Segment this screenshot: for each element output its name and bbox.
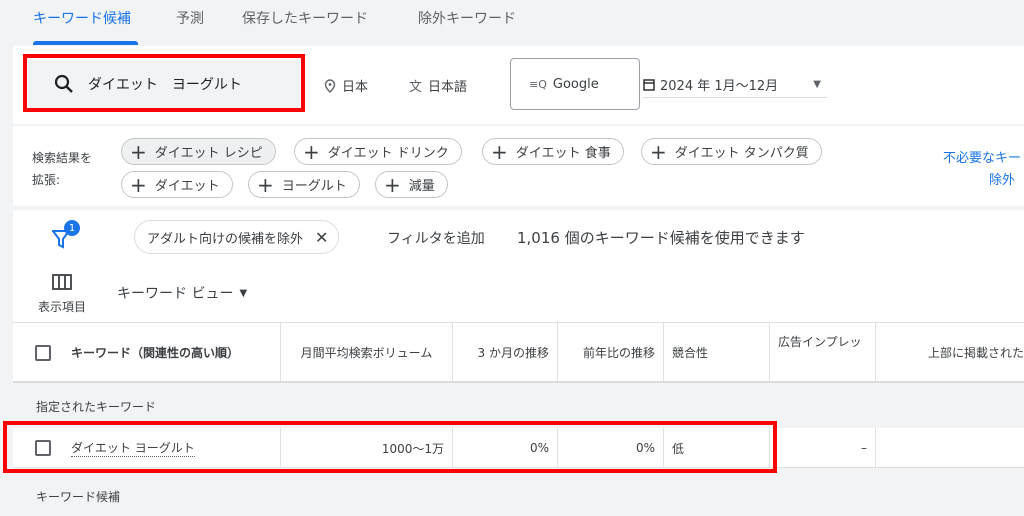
- columns-button[interactable]: 表示項目: [33, 274, 91, 315]
- filter-button[interactable]: 1: [52, 220, 82, 250]
- tab-saved-keywords[interactable]: 保存したキーワード: [242, 8, 368, 28]
- network-selector[interactable]: ≡Q Google: [510, 58, 640, 110]
- date-label: 2024 年 1月〜12月: [660, 79, 779, 94]
- location-label: 日本: [342, 80, 369, 95]
- section-specified-keywords: 指定されたキーワード: [36, 400, 157, 414]
- expand-chip[interactable]: + ダイエット: [121, 171, 233, 198]
- competition-cell: 低: [664, 428, 770, 468]
- columns-icon: [52, 274, 72, 290]
- header-keyword[interactable]: キーワード（関連性の高い順）: [13, 323, 281, 382]
- divider: [13, 381, 1024, 383]
- active-tab-indicator: [33, 41, 138, 45]
- expand-chip[interactable]: + ダイエット ドリンク: [294, 138, 462, 165]
- impression-cell: –: [770, 428, 876, 468]
- tab-negative-keywords[interactable]: 除外キーワード: [418, 8, 516, 28]
- top-of-page-cell: [876, 428, 1024, 468]
- expand-chip[interactable]: + ダイエット 食事: [482, 138, 624, 165]
- chip-label: ヨーグルト: [281, 179, 347, 194]
- date-range-selector[interactable]: 2024 年 1月〜12月 ▼: [643, 72, 827, 98]
- tab-keyword-ideas[interactable]: キーワード候補: [33, 8, 131, 28]
- plus-icon: +: [303, 139, 320, 164]
- translate-icon: 文: [409, 80, 423, 95]
- add-filter-button[interactable]: フィルタを追加: [387, 228, 485, 248]
- header-yoy[interactable]: 前年比の推移: [558, 323, 664, 382]
- keyword-view-dropdown[interactable]: キーワード ビュー ▼: [117, 283, 247, 303]
- expand-chip[interactable]: + ダイエット レシピ: [121, 138, 276, 165]
- plus-icon: +: [491, 139, 508, 164]
- dropdown-arrow-icon: ▼: [813, 79, 821, 90]
- search-icon: [54, 74, 73, 93]
- chip-label: ダイエット: [154, 179, 220, 194]
- chip-label: 減量: [408, 179, 435, 194]
- adult-filter-chip[interactable]: アダルト向けの候補を除外 ✕: [134, 220, 340, 254]
- filter-chip-label: アダルト向けの候補を除外: [147, 231, 304, 247]
- three-month-cell: 0%: [453, 428, 558, 468]
- calendar-icon: [643, 79, 655, 91]
- filter-count-badge: 1: [64, 220, 80, 236]
- header-label: キーワード（関連性の高い順）: [71, 346, 240, 360]
- location-selector[interactable]: 日本: [324, 76, 368, 95]
- header-volume[interactable]: 月間平均検索ボリューム: [281, 323, 453, 382]
- chip-label: ダイエット レシピ: [154, 146, 263, 161]
- plus-icon: +: [650, 139, 667, 164]
- exclude-link[interactable]: 除外: [989, 169, 1015, 188]
- exclude-unneeded-link[interactable]: 不必要なキー: [943, 147, 1021, 166]
- header-competition[interactable]: 競合性: [664, 323, 770, 382]
- expand-chip[interactable]: + 減量: [375, 171, 448, 198]
- dropdown-arrow-icon: ▼: [239, 287, 248, 299]
- search-network-icon: ≡Q: [529, 77, 547, 91]
- keyword-cell: ダイエット ヨーグルト: [13, 428, 281, 468]
- network-label: Google: [552, 76, 599, 92]
- header-top-of-page[interactable]: 上部に掲載された: [876, 323, 1024, 382]
- plus-icon: +: [130, 172, 147, 197]
- plus-icon: +: [257, 172, 274, 197]
- keyword-text[interactable]: ダイエット ヨーグルト: [71, 439, 195, 457]
- header-impression-share[interactable]: 広告インプレッ: [770, 323, 876, 382]
- plus-icon: +: [130, 139, 147, 164]
- chip-label: ダイエット タンパク質: [674, 146, 809, 161]
- yoy-cell: 0%: [558, 428, 664, 468]
- close-icon[interactable]: ✕: [315, 228, 328, 247]
- search-value: ダイエット ヨーグルト: [88, 77, 242, 93]
- expand-label-line1: 検索結果を: [32, 151, 93, 165]
- volume-cell: 1000〜1万: [281, 428, 453, 468]
- expand-chip[interactable]: + ダイエット タンパク質: [641, 138, 822, 165]
- select-all-checkbox[interactable]: [35, 344, 51, 361]
- columns-label: 表示項目: [37, 300, 86, 314]
- language-label: 日本語: [428, 80, 468, 95]
- expand-label: 検索結果を 拡張:: [32, 147, 92, 191]
- keyword-count: 1,016 個のキーワード候補を使用できます: [517, 229, 805, 247]
- search-input[interactable]: ダイエット ヨーグルト: [28, 60, 300, 108]
- header-3month[interactable]: 3 か月の推移: [453, 323, 558, 382]
- expand-label-line2: 拡張:: [32, 173, 61, 187]
- plus-icon: +: [384, 172, 401, 197]
- location-pin-icon: [324, 78, 336, 93]
- language-selector[interactable]: 文 日本語: [409, 76, 467, 95]
- chip-label: ダイエット ドリンク: [327, 146, 449, 161]
- chip-label: ダイエット 食事: [515, 146, 611, 161]
- row-checkbox[interactable]: [35, 440, 51, 456]
- view-label: キーワード ビュー: [117, 286, 234, 302]
- expand-chip[interactable]: + ヨーグルト: [248, 171, 360, 198]
- section-keyword-ideas: キーワード候補: [36, 490, 121, 504]
- tab-forecast[interactable]: 予測: [176, 8, 204, 28]
